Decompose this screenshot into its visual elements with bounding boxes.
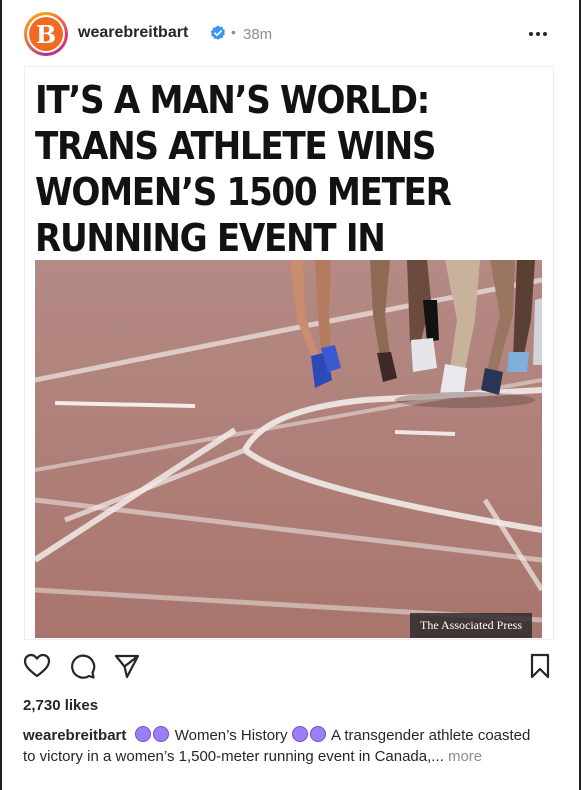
verified-badge-icon <box>210 25 225 40</box>
post-caption: wearebreitbart Women’s History A transge… <box>23 725 543 767</box>
purple-circle-emoji <box>291 726 328 744</box>
separator-dot: • <box>231 24 236 40</box>
caption-tag: Women’s History <box>174 727 288 744</box>
breitbart-logo: B <box>29 17 63 51</box>
like-button[interactable] <box>23 652 51 680</box>
post-time[interactable]: 38m <box>243 26 272 43</box>
comment-button[interactable] <box>68 652 96 680</box>
photo-credit: The Associated Press <box>410 613 532 638</box>
post-actions <box>23 652 553 682</box>
comment-icon <box>71 654 96 679</box>
save-button[interactable] <box>526 652 554 680</box>
more-options-icon[interactable] <box>527 26 549 42</box>
post-username[interactable]: wearebreitbart <box>78 24 188 42</box>
window-border-left <box>0 0 2 790</box>
track-photo: The Associated Press <box>35 260 542 638</box>
post-header: B wearebreitbart • 38m <box>24 12 554 56</box>
bookmark-icon <box>530 653 550 679</box>
window-border-right <box>579 0 581 790</box>
avatar[interactable]: B <box>24 12 68 56</box>
caption-username[interactable]: wearebreitbart <box>23 727 126 744</box>
send-icon <box>114 654 140 679</box>
heart-icon <box>23 653 51 678</box>
share-button[interactable] <box>113 652 141 680</box>
caption-more-link[interactable]: more <box>448 748 482 765</box>
track-photo-graphic <box>35 260 542 638</box>
purple-circle-emoji <box>134 726 171 744</box>
likes-count[interactable]: 2,730 likes <box>23 697 98 714</box>
post-media[interactable]: IT’S A MAN’S WORLD: TRANS ATHLETE WINS W… <box>24 66 554 640</box>
